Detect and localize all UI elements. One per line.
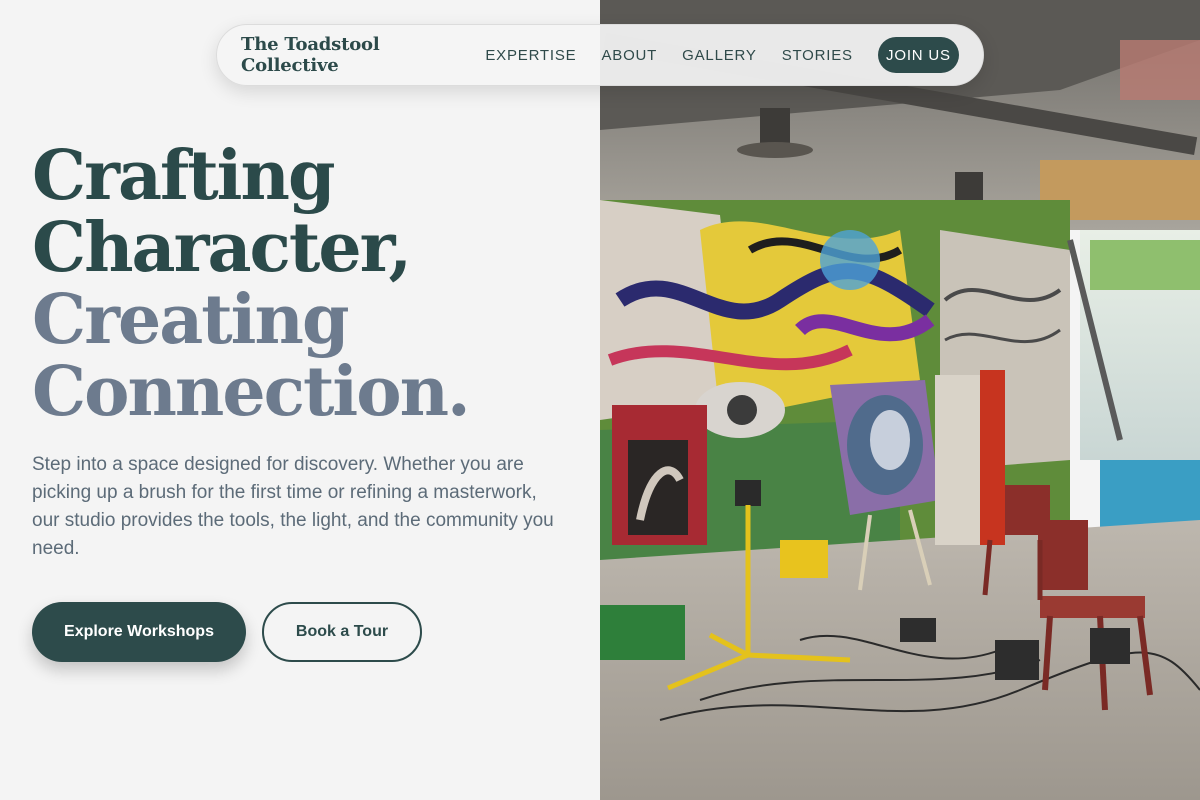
nav-link-stories[interactable]: STORIES <box>782 47 853 64</box>
headline-line-1: Crafting <box>32 136 335 216</box>
headline-line-3: Creating <box>32 280 349 360</box>
painting-hand <box>612 405 707 545</box>
nav-link-about[interactable]: ABOUT <box>601 47 657 64</box>
nav-links: EXPERTISE ABOUT GALLERY STORIES <box>485 47 853 64</box>
brand-logo[interactable]: The Toadstool Collective <box>241 34 437 76</box>
hero-headline: Crafting Character, Creating Connection. <box>32 136 471 432</box>
nav-link-expertise[interactable]: EXPERTISE <box>485 47 576 64</box>
top-nav: The Toadstool Collective EXPERTISE ABOUT… <box>216 24 984 86</box>
explore-workshops-button[interactable]: Explore Workshops <box>32 602 246 662</box>
headline-line-4: Connection. <box>32 352 471 432</box>
join-us-button[interactable]: JOIN US <box>877 37 959 73</box>
hero-left-panel: Crafting Character, Creating Connection.… <box>0 0 600 800</box>
nav-link-gallery[interactable]: GALLERY <box>682 47 757 64</box>
studio-photo <box>600 0 1200 800</box>
hero-description: Step into a space designed for discovery… <box>32 454 554 559</box>
studio-illustration <box>600 0 1200 800</box>
book-tour-button[interactable]: Book a Tour <box>262 602 422 662</box>
headline-line-2: Character, <box>32 208 412 288</box>
